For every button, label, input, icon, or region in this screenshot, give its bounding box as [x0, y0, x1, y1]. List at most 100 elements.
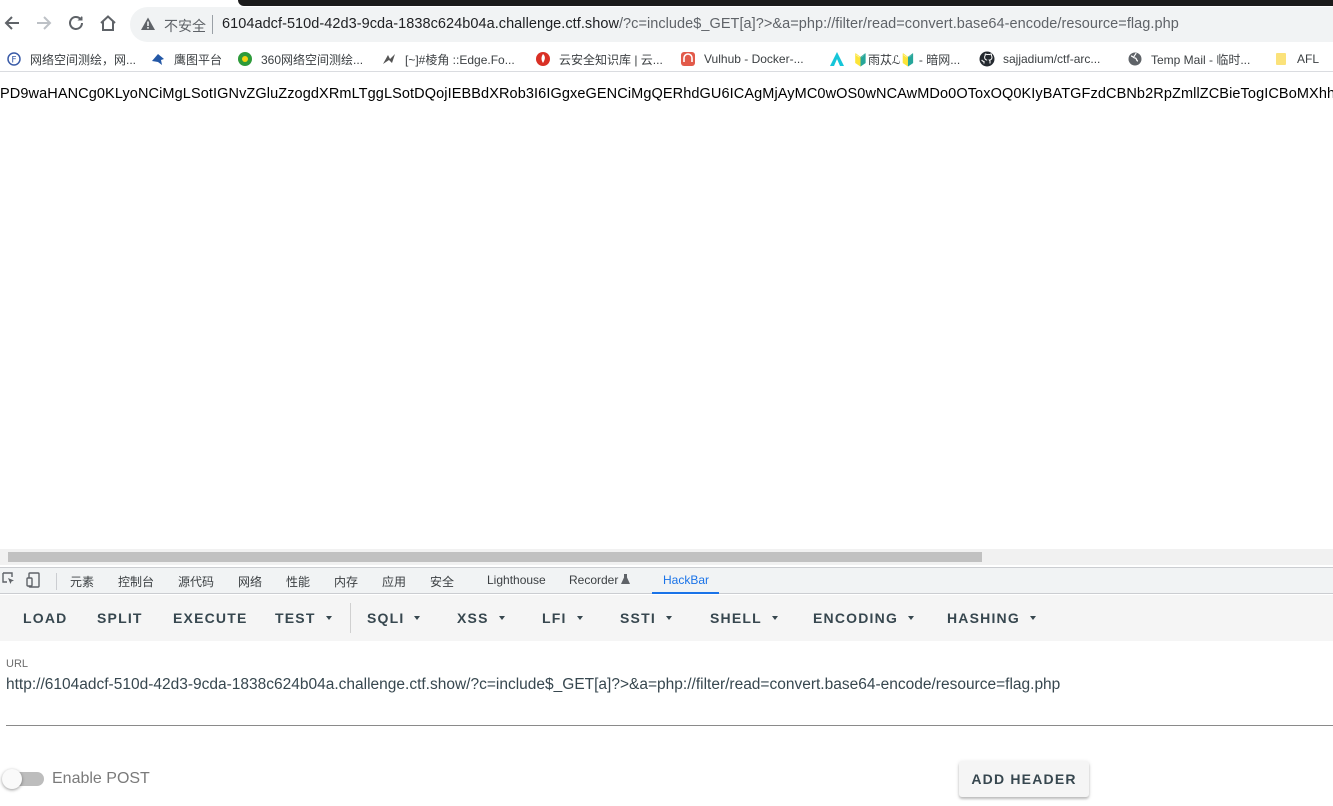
tab-performance[interactable]: 性能 [286, 573, 310, 590]
lfi-dropdown-label: LFI [542, 610, 567, 626]
hackbar-url-panel: URL http://6104adcf-510d-42d3-9cda-1838c… [0, 641, 1333, 806]
fofa-icon: F [6, 51, 22, 67]
url-path: /?c=include$_GET[a]?>&a=php://filter/rea… [618, 16, 1179, 32]
xss-dropdown[interactable]: XSS [457, 610, 505, 626]
home-icon [100, 15, 116, 31]
devtools-tab-bar: 元素 控制台 源代码 网络 性能 内存 应用 安全 Lighthouse Rec… [0, 567, 1333, 594]
tab-application[interactable]: 应用 [382, 573, 406, 590]
warning-icon [140, 16, 156, 37]
bookmark-item[interactable]: [~]#棱角 ::Edge.Fo... [381, 49, 515, 69]
split-button[interactable]: SPLIT [97, 610, 143, 626]
vulhub-icon [680, 51, 696, 67]
url-textarea[interactable]: http://6104adcf-510d-42d3-9cda-1838c624b… [6, 676, 1060, 694]
back-arrow-icon [4, 16, 19, 30]
load-button[interactable]: LOAD [23, 610, 67, 626]
address-url[interactable]: 6104adcf-510d-42d3-9cda-1838c624b04a.cha… [222, 16, 1179, 32]
tab-lighthouse[interactable]: Lighthouse [487, 573, 546, 587]
bookmark-item[interactable]: 鹰图平台 [150, 49, 222, 69]
bookmark-item[interactable]: Vulhub - Docker-... [680, 49, 804, 69]
horizontal-scrollbar[interactable] [0, 549, 1333, 565]
shell-dropdown-label: SHELL [710, 610, 762, 626]
security-label[interactable]: 不安全 [164, 16, 206, 36]
ddosi-icon [829, 51, 845, 67]
bookmark-label: 云安全知识库 | 云... [559, 52, 663, 67]
bookmark-label: 360网络空间测绘... [261, 52, 364, 67]
execute-button-label: EXECUTE [173, 610, 248, 626]
address-bar[interactable]: 不安全 6104adcf-510d-42d3-9cda-1838c624b04a… [130, 7, 1333, 42]
tab-sources[interactable]: 源代码 [178, 573, 214, 590]
cloud-sec-icon [535, 51, 551, 67]
xss-dropdown-label: XSS [457, 610, 489, 626]
caret-down-icon [771, 616, 778, 620]
bookmark-item[interactable]: 云安全知识库 | 云... [535, 49, 663, 69]
caret-down-icon [908, 616, 915, 620]
tab-console[interactable]: 控制台 [118, 573, 154, 590]
shell-dropdown[interactable]: SHELL [710, 610, 778, 626]
caret-down-icon [414, 616, 421, 620]
globe-icon [1127, 51, 1143, 67]
caret-down-icon [1029, 616, 1036, 620]
scrollbar-thumb[interactable] [8, 552, 982, 562]
tab-network[interactable]: 网络 [238, 573, 262, 590]
url-field-underline [6, 725, 1333, 726]
svg-text:F: F [11, 56, 16, 66]
split-button-label: SPLIT [97, 610, 143, 626]
bookmark-item[interactable]: 🔰雨苁ℒ🔰 - 暗网... [829, 49, 960, 69]
tab-hackbar[interactable]: HackBar [663, 573, 709, 587]
bookmark-label: sajjadium/ctf-arc... [1003, 52, 1101, 66]
home-button[interactable] [96, 11, 120, 35]
folder-icon [1273, 51, 1289, 67]
window-top-bar [238, 0, 1333, 6]
bookmark-item[interactable]: sajjadium/ctf-arc... [979, 49, 1100, 69]
ssti-dropdown-label: SSTI [620, 610, 656, 626]
back-button[interactable] [0, 11, 24, 35]
reload-button[interactable] [64, 11, 88, 35]
url-field-label: URL [6, 658, 29, 670]
hackbar-menu: LOAD SPLIT EXECUTE TEST SQLI XSS LFI SST… [0, 595, 1333, 641]
tab-recorder[interactable]: Recorder [569, 573, 631, 587]
encoding-dropdown[interactable]: ENCODING [813, 610, 915, 626]
toggle-knob[interactable] [2, 769, 22, 789]
bookmark-item[interactable]: F 网络空间测绘，网... [6, 49, 136, 69]
device-toolbar-icon[interactable] [26, 572, 40, 591]
menu-divider [350, 603, 351, 633]
edge-forum-icon [381, 51, 397, 67]
hashing-dropdown[interactable]: HASHING [947, 610, 1036, 626]
reload-icon [69, 16, 83, 30]
hunter-icon [150, 51, 166, 67]
lfi-dropdown[interactable]: LFI [542, 610, 583, 626]
url-host: 6104adcf-510d-42d3-9cda-1838c624b04a.cha… [222, 16, 619, 32]
bookmark-label: 鹰图平台 [174, 52, 223, 67]
bookmark-label: 🔰雨苁ℒ🔰 - 暗网... [853, 52, 961, 67]
bookmark-label: Vulhub - Docker-... [704, 52, 804, 66]
inspect-element-icon[interactable] [2, 572, 16, 589]
devtools-divider [56, 573, 57, 590]
quake-icon [237, 51, 253, 67]
omnibox-divider [212, 15, 213, 34]
enable-post-label[interactable]: Enable POST [52, 770, 150, 788]
bookmark-item[interactable]: AFL [1273, 49, 1319, 69]
forward-button[interactable] [32, 11, 56, 35]
tab-recorder-label: Recorder [569, 573, 619, 587]
sqli-dropdown[interactable]: SQLI [367, 610, 421, 626]
tab-elements[interactable]: 元素 [70, 573, 94, 590]
execute-button[interactable]: EXECUTE [173, 610, 248, 626]
tab-security[interactable]: 安全 [430, 573, 454, 590]
sqli-dropdown-label: SQLI [367, 610, 405, 626]
bookmark-label: 网络空间测绘，网... [30, 52, 137, 67]
tab-memory[interactable]: 内存 [334, 573, 358, 590]
bookmark-item[interactable]: 360网络空间测绘... [237, 49, 363, 69]
caret-down-icon [576, 616, 583, 620]
test-dropdown[interactable]: TEST [275, 610, 332, 626]
page-output-text: PD9waHANCg0KLyoNCiMgLSotIGNvZGluZzogdXRm… [0, 86, 1333, 102]
enable-post-toggle[interactable] [2, 769, 44, 789]
add-header-button[interactable]: ADD HEADER [959, 761, 1089, 797]
hashing-dropdown-label: HASHING [947, 610, 1020, 626]
bookmark-label: Temp Mail - 临时... [1151, 52, 1251, 67]
ssti-dropdown[interactable]: SSTI [620, 610, 672, 626]
github-icon [979, 51, 995, 67]
bookmark-item[interactable]: Temp Mail - 临时... [1127, 49, 1250, 69]
forward-arrow-icon [37, 16, 52, 30]
load-button-label: LOAD [23, 610, 68, 626]
browser-toolbar: 不安全 6104adcf-510d-42d3-9cda-1838c624b04a… [0, 0, 1333, 46]
